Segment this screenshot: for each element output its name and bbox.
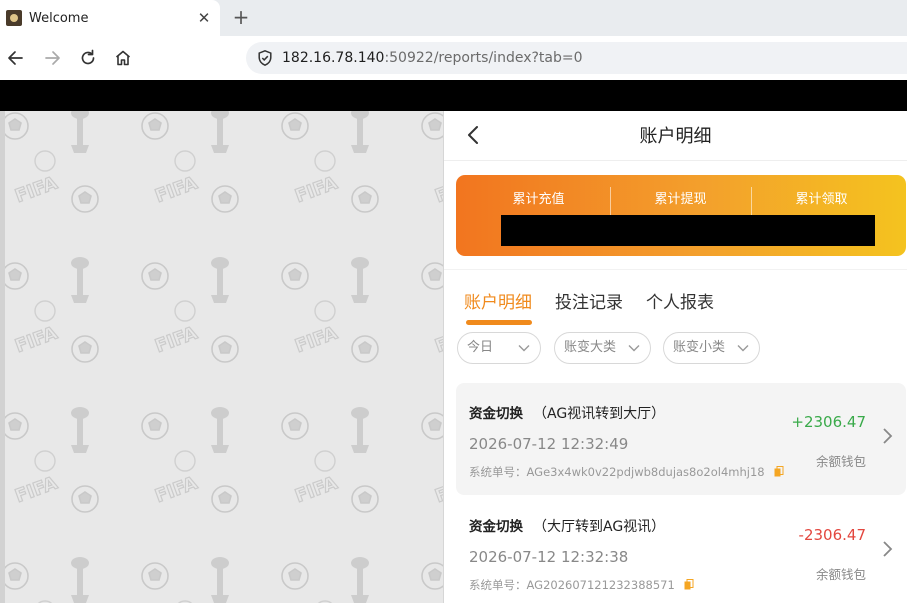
account-detail-panel: 账户明细 累计充值 累计提现 累计领取 账户明细 投注记录 个人报表 今日 账变… — [444, 111, 907, 603]
url-path: :50922/reports/index?tab=0 — [384, 50, 583, 66]
site-favicon-icon — [6, 10, 22, 26]
site-info-icon[interactable] — [256, 49, 274, 67]
order-label: 系统单号： — [469, 578, 527, 592]
summary-label-withdraw: 累计提现 — [654, 192, 707, 207]
order-number: AGe3x4wk0v22pdjwb8dujas8o2ol4mhj18 — [526, 465, 765, 479]
record-order: 系统单号：AGe3x4wk0v22pdjwb8dujas8o2ol4mhj18 — [469, 464, 784, 480]
record-wallet: 余额钱包 — [815, 454, 866, 469]
tab-bet-records[interactable]: 投注记录 — [555, 288, 623, 313]
copy-icon[interactable] — [684, 579, 694, 590]
chevron-down-icon — [518, 345, 530, 352]
chevron-right-icon[interactable] — [882, 540, 894, 558]
record-title: 资金切换 （大厅转到AG视讯） — [469, 515, 665, 536]
browser-tab[interactable]: Welcome ✕ — [0, 0, 220, 36]
record-order: 系统单号：AG202607121232388571 — [469, 577, 694, 593]
record-type: 资金切换 — [469, 519, 523, 535]
summary-label-claim: 累计领取 — [795, 192, 848, 207]
chevron-down-icon — [628, 345, 640, 352]
reload-icon[interactable] — [78, 48, 98, 68]
active-tab-indicator — [466, 320, 532, 325]
record-detail: （大厅转到AG视讯） — [533, 519, 666, 535]
forward-arrow-icon[interactable] — [42, 48, 62, 68]
record-item[interactable]: 资金切换 （大厅转到AG视讯） 2026-07-12 12:32:38 系统单号：… — [456, 496, 906, 603]
close-tab-icon[interactable]: ✕ — [192, 9, 216, 27]
summary-label-deposit: 累计充值 — [512, 192, 565, 207]
record-amount: +2306.47 — [791, 413, 866, 431]
filter-subcategory-dropdown[interactable]: 账变小类 — [663, 332, 760, 364]
browser-tab-strip: Welcome ✕ + — [0, 0, 907, 36]
new-tab-button[interactable]: + — [231, 5, 251, 29]
record-detail: （AG视讯转到大厅） — [533, 406, 666, 422]
copy-icon[interactable] — [774, 466, 784, 477]
app-header: 账户明细 — [444, 111, 907, 161]
order-label: 系统单号： — [469, 465, 527, 479]
record-title: 资金切换 （AG视讯转到大厅） — [469, 402, 665, 423]
page-title: 账户明细 — [639, 126, 712, 147]
summary-card: 累计充值 累计提现 累计领取 — [456, 175, 906, 256]
record-time: 2026-07-12 12:32:38 — [469, 548, 629, 566]
record-item[interactable]: 资金切换 （AG视讯转到大厅） 2026-07-12 12:32:49 系统单号：… — [456, 383, 906, 495]
redacted-amounts — [501, 215, 875, 246]
fifa-pattern-image: FIFA — [5, 111, 444, 603]
filter-subcategory-label: 账变小类 — [673, 340, 726, 355]
chevron-down-icon — [737, 345, 749, 352]
url-host: 182.16.78.140 — [282, 50, 385, 66]
record-wallet: 余额钱包 — [815, 567, 866, 582]
order-number: AG202607121232388571 — [526, 578, 675, 592]
home-icon[interactable] — [113, 48, 133, 68]
filter-category-dropdown[interactable]: 账变大类 — [554, 332, 651, 364]
filter-date-label: 今日 — [467, 340, 494, 355]
redacted-bar — [0, 80, 907, 111]
record-amount: -2306.47 — [798, 526, 866, 544]
tab-title: Welcome — [29, 10, 89, 26]
address-bar[interactable]: 182.16.78.140:50922/reports/index?tab=0 — [246, 42, 907, 74]
back-arrow-icon[interactable] — [6, 48, 26, 68]
record-type: 资金切换 — [469, 406, 523, 422]
filter-date-dropdown[interactable]: 今日 — [457, 332, 541, 364]
record-time: 2026-07-12 12:32:49 — [469, 435, 629, 453]
chevron-right-icon[interactable] — [882, 427, 894, 445]
background-pattern-panel: FIFA — [0, 111, 444, 603]
filter-category-label: 账变大类 — [564, 340, 617, 355]
tab-account-detail[interactable]: 账户明细 — [464, 288, 532, 313]
tab-personal-report[interactable]: 个人报表 — [646, 288, 714, 313]
filter-bar: 今日 账变大类 账变小类 — [444, 327, 907, 367]
tab-bar: 账户明细 投注记录 个人报表 — [444, 269, 907, 327]
